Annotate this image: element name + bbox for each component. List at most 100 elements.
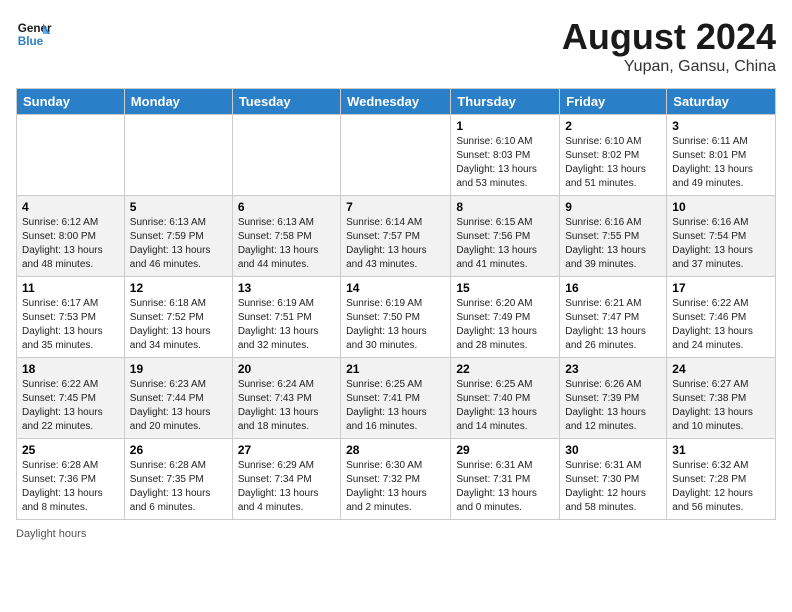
day-info: Sunrise: 6:15 AMSunset: 7:56 PMDaylight:…	[456, 216, 554, 272]
calendar-day-header: Friday	[560, 89, 667, 115]
calendar-cell: 11Sunrise: 6:17 AMSunset: 7:53 PMDayligh…	[17, 277, 125, 358]
calendar-cell: 2 Sunrise: 6:10 AMSunset: 8:02 PMDaylight…	[560, 115, 667, 196]
day-info: Sunrise: 6:20 AMSunset: 7:49 PMDaylight:…	[456, 297, 554, 353]
day-info: Sunrise: 6:31 AMSunset: 7:30 PMDaylight:…	[565, 459, 661, 515]
day-number: 12	[130, 281, 227, 295]
page-header: General Blue August 2024 Yupan, Gansu, C…	[16, 16, 776, 76]
calendar-day-header: Thursday	[451, 89, 560, 115]
day-number: 10	[672, 200, 770, 214]
day-info: Sunrise: 6:11 AMSunset: 8:01 PMDaylight:…	[672, 135, 770, 191]
day-number: 30	[565, 443, 661, 457]
day-info: Sunrise: 6:13 AMSunset: 7:59 PMDaylight:…	[130, 216, 227, 272]
day-number: 11	[22, 281, 119, 295]
day-info: Sunrise: 6:27 AMSunset: 7:38 PMDaylight:…	[672, 378, 770, 434]
day-number: 17	[672, 281, 770, 295]
calendar-cell: 3 Sunrise: 6:11 AMSunset: 8:01 PMDaylight…	[667, 115, 776, 196]
day-number: 22	[456, 362, 554, 376]
day-info: Sunrise: 6:29 AMSunset: 7:34 PMDaylight:…	[238, 459, 335, 515]
calendar-cell: 17 Sunrise: 6:22 AMSunset: 7:46 PMDayligh…	[667, 277, 776, 358]
day-number: 31	[672, 443, 770, 457]
day-info: Sunrise: 6:21 AMSunset: 7:47 PMDaylight:…	[565, 297, 661, 353]
day-number: 16	[565, 281, 661, 295]
calendar-cell	[17, 115, 125, 196]
daylight-label: Daylight hours	[16, 528, 86, 540]
day-number: 9	[565, 200, 661, 214]
day-info: Sunrise: 6:26 AMSunset: 7:39 PMDaylight:…	[565, 378, 661, 434]
day-number: 6	[238, 200, 335, 214]
day-number: 23	[565, 362, 661, 376]
day-info: Sunrise: 6:10 AMSunset: 8:02 PMDaylight:…	[565, 135, 661, 191]
logo: General Blue	[16, 16, 52, 52]
day-number: 1	[456, 119, 554, 133]
calendar-week-row: 25 Sunrise: 6:28 AMSunset: 7:36 PMDayligh…	[17, 439, 776, 520]
calendar-cell	[124, 115, 232, 196]
month-year-title: August 2024	[562, 16, 776, 58]
day-number: 5	[130, 200, 227, 214]
calendar-cell: 21Sunrise: 6:25 AMSunset: 7:41 PMDayligh…	[341, 358, 451, 439]
day-info: Sunrise: 6:12 AMSunset: 8:00 PMDaylight:…	[22, 216, 119, 272]
calendar-day-header: Wednesday	[341, 89, 451, 115]
calendar-cell: 24Sunrise: 6:27 AMSunset: 7:38 PMDayligh…	[667, 358, 776, 439]
day-number: 3	[672, 119, 770, 133]
day-number: 14	[346, 281, 445, 295]
day-number: 27	[238, 443, 335, 457]
calendar-table: SundayMondayTuesdayWednesdayThursdayFrid…	[16, 88, 776, 520]
day-number: 26	[130, 443, 227, 457]
day-number: 7	[346, 200, 445, 214]
calendar-cell: 6 Sunrise: 6:13 AMSunset: 7:58 PMDaylight…	[232, 196, 340, 277]
calendar-cell: 22 Sunrise: 6:25 AMSunset: 7:40 PMDayligh…	[451, 358, 560, 439]
calendar-cell: 18 Sunrise: 6:22 AMSunset: 7:45 PMDayligh…	[17, 358, 125, 439]
day-number: 25	[22, 443, 119, 457]
day-number: 4	[22, 200, 119, 214]
calendar-cell	[232, 115, 340, 196]
calendar-day-header: Monday	[124, 89, 232, 115]
day-info: Sunrise: 6:28 AMSunset: 7:35 PMDaylight:…	[130, 459, 227, 515]
day-info: Sunrise: 6:28 AMSunset: 7:36 PMDaylight:…	[22, 459, 119, 515]
calendar-cell: 1Sunrise: 6:10 AMSunset: 8:03 PMDaylight…	[451, 115, 560, 196]
footer: Daylight hours	[16, 528, 776, 540]
calendar-week-row: 18 Sunrise: 6:22 AMSunset: 7:45 PMDayligh…	[17, 358, 776, 439]
day-info: Sunrise: 6:24 AMSunset: 7:43 PMDaylight:…	[238, 378, 335, 434]
calendar-cell: 8Sunrise: 6:15 AMSunset: 7:56 PMDaylight…	[451, 196, 560, 277]
calendar-cell: 13Sunrise: 6:19 AMSunset: 7:51 PMDayligh…	[232, 277, 340, 358]
day-number: 20	[238, 362, 335, 376]
day-info: Sunrise: 6:19 AMSunset: 7:51 PMDaylight:…	[238, 297, 335, 353]
day-info: Sunrise: 6:13 AMSunset: 7:58 PMDaylight:…	[238, 216, 335, 272]
calendar-header-row: SundayMondayTuesdayWednesdayThursdayFrid…	[17, 89, 776, 115]
day-info: Sunrise: 6:18 AMSunset: 7:52 PMDaylight:…	[130, 297, 227, 353]
calendar-cell: 27 Sunrise: 6:29 AMSunset: 7:34 PMDayligh…	[232, 439, 340, 520]
calendar-cell: 29Sunrise: 6:31 AMSunset: 7:31 PMDayligh…	[451, 439, 560, 520]
day-number: 28	[346, 443, 445, 457]
day-info: Sunrise: 6:16 AMSunset: 7:55 PMDaylight:…	[565, 216, 661, 272]
day-info: Sunrise: 6:25 AMSunset: 7:40 PMDaylight:…	[456, 378, 554, 434]
day-info: Sunrise: 6:23 AMSunset: 7:44 PMDaylight:…	[130, 378, 227, 434]
day-number: 15	[456, 281, 554, 295]
calendar-day-header: Sunday	[17, 89, 125, 115]
calendar-cell: 23 Sunrise: 6:26 AMSunset: 7:39 PMDayligh…	[560, 358, 667, 439]
day-number: 2	[565, 119, 661, 133]
calendar-cell: 7Sunrise: 6:14 AMSunset: 7:57 PMDaylight…	[341, 196, 451, 277]
day-info: Sunrise: 6:31 AMSunset: 7:31 PMDaylight:…	[456, 459, 554, 515]
calendar-day-header: Tuesday	[232, 89, 340, 115]
calendar-cell: 30 Sunrise: 6:31 AMSunset: 7:30 PMDayligh…	[560, 439, 667, 520]
day-info: Sunrise: 6:22 AMSunset: 7:45 PMDaylight:…	[22, 378, 119, 434]
day-info: Sunrise: 6:30 AMSunset: 7:32 PMDaylight:…	[346, 459, 445, 515]
day-number: 18	[22, 362, 119, 376]
calendar-cell: 31 Sunrise: 6:32 AMSunset: 7:28 PMDayligh…	[667, 439, 776, 520]
title-block: August 2024 Yupan, Gansu, China	[562, 16, 776, 76]
calendar-cell: 19Sunrise: 6:23 AMSunset: 7:44 PMDayligh…	[124, 358, 232, 439]
day-number: 21	[346, 362, 445, 376]
day-info: Sunrise: 6:32 AMSunset: 7:28 PMDaylight:…	[672, 459, 770, 515]
calendar-cell: 15 Sunrise: 6:20 AMSunset: 7:49 PMDayligh…	[451, 277, 560, 358]
calendar-week-row: 1Sunrise: 6:10 AMSunset: 8:03 PMDaylight…	[17, 115, 776, 196]
day-info: Sunrise: 6:16 AMSunset: 7:54 PMDaylight:…	[672, 216, 770, 272]
calendar-day-header: Saturday	[667, 89, 776, 115]
calendar-cell	[341, 115, 451, 196]
day-info: Sunrise: 6:22 AMSunset: 7:46 PMDaylight:…	[672, 297, 770, 353]
calendar-week-row: 4 Sunrise: 6:12 AMSunset: 8:00 PMDaylight…	[17, 196, 776, 277]
calendar-cell: 9 Sunrise: 6:16 AMSunset: 7:55 PMDaylight…	[560, 196, 667, 277]
calendar-cell: 5 Sunrise: 6:13 AMSunset: 7:59 PMDaylight…	[124, 196, 232, 277]
calendar-cell: 20 Sunrise: 6:24 AMSunset: 7:43 PMDayligh…	[232, 358, 340, 439]
svg-text:Blue: Blue	[18, 35, 44, 48]
calendar-week-row: 11Sunrise: 6:17 AMSunset: 7:53 PMDayligh…	[17, 277, 776, 358]
